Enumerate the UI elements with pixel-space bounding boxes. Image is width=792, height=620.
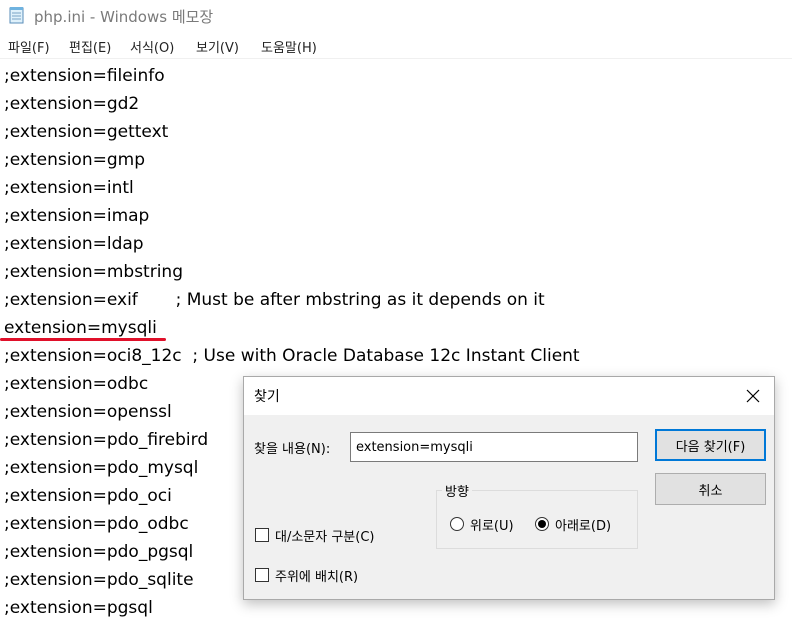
- menu-view[interactable]: 보기(V): [196, 37, 239, 56]
- menu-bar: 파일(F) 편집(E) 서식(O) 보기(V) 도움말(H): [0, 34, 792, 59]
- close-icon: [746, 389, 760, 403]
- menu-edit[interactable]: 편집(E): [69, 37, 111, 56]
- text-line: ;extension=intl: [4, 178, 134, 198]
- text-line: ;extension=pdo_pgsql: [4, 542, 194, 562]
- menu-file[interactable]: 파일(F): [8, 37, 50, 56]
- direction-up-label[interactable]: 위로(U): [470, 515, 514, 534]
- text-line: ;extension=mbstring: [4, 262, 183, 282]
- find-next-button[interactable]: 다음 찾기(F): [655, 429, 766, 461]
- wrap-around-label[interactable]: 주위에 배치(R): [275, 566, 358, 585]
- find-what-input[interactable]: [350, 432, 638, 462]
- text-line: ;extension=pdo_odbc: [4, 514, 189, 534]
- window-titlebar: php.ini - Windows 메모장: [0, 0, 792, 32]
- direction-down-radio[interactable]: [535, 517, 549, 531]
- wrap-around-checkbox[interactable]: [255, 568, 269, 582]
- text-line: ;extension=pdo_sqlite: [4, 570, 194, 590]
- direction-up-radio[interactable]: [450, 517, 464, 531]
- close-button[interactable]: [738, 381, 768, 411]
- text-line: ;extension=odbc: [4, 374, 149, 394]
- text-line: ;extension=ldap: [4, 234, 144, 254]
- text-line: ;extension=gd2: [4, 94, 140, 114]
- notepad-icon: [9, 7, 24, 24]
- text-line: ;extension=pdo_firebird: [4, 430, 209, 450]
- text-line-mysqli: extension=mysqli: [4, 318, 157, 338]
- find-what-label: 찾을 내용(N):: [254, 442, 331, 457]
- menu-help[interactable]: 도움말(H): [261, 37, 317, 56]
- text-line: ;extension=imap: [4, 206, 150, 226]
- text-line: ;extension=pdo_oci: [4, 486, 172, 506]
- window-title: php.ini - Windows 메모장: [34, 8, 214, 26]
- text-line: ;extension=pgsql: [4, 598, 153, 618]
- match-case-label[interactable]: 대/소문자 구분(C): [275, 526, 375, 545]
- red-underline-annotation: [0, 338, 166, 341]
- cancel-button[interactable]: 취소: [655, 473, 766, 505]
- find-dialog: 찾기 찾을 내용(N): 다음 찾기(F) 취소 방향 위로(U) 아래로(D)…: [243, 376, 775, 600]
- text-line: ;extension=oci8_12c ; Use with Oracle Da…: [4, 346, 580, 366]
- text-line: ;extension=openssl: [4, 402, 172, 422]
- text-line: ;extension=gettext: [4, 122, 169, 142]
- text-line: ;extension=fileinfo: [4, 66, 165, 86]
- find-dialog-titlebar: 찾기: [244, 377, 774, 415]
- find-dialog-title: 찾기: [254, 389, 280, 405]
- match-case-checkbox[interactable]: [255, 528, 269, 542]
- direction-label: 방향: [442, 481, 472, 500]
- menu-format[interactable]: 서식(O): [130, 37, 174, 56]
- text-line: ;extension=exif ; Must be after mbstring…: [4, 290, 545, 310]
- direction-down-label[interactable]: 아래로(D): [555, 515, 611, 534]
- text-line: ;extension=pdo_mysql: [4, 458, 199, 478]
- text-line: ;extension=gmp: [4, 150, 145, 170]
